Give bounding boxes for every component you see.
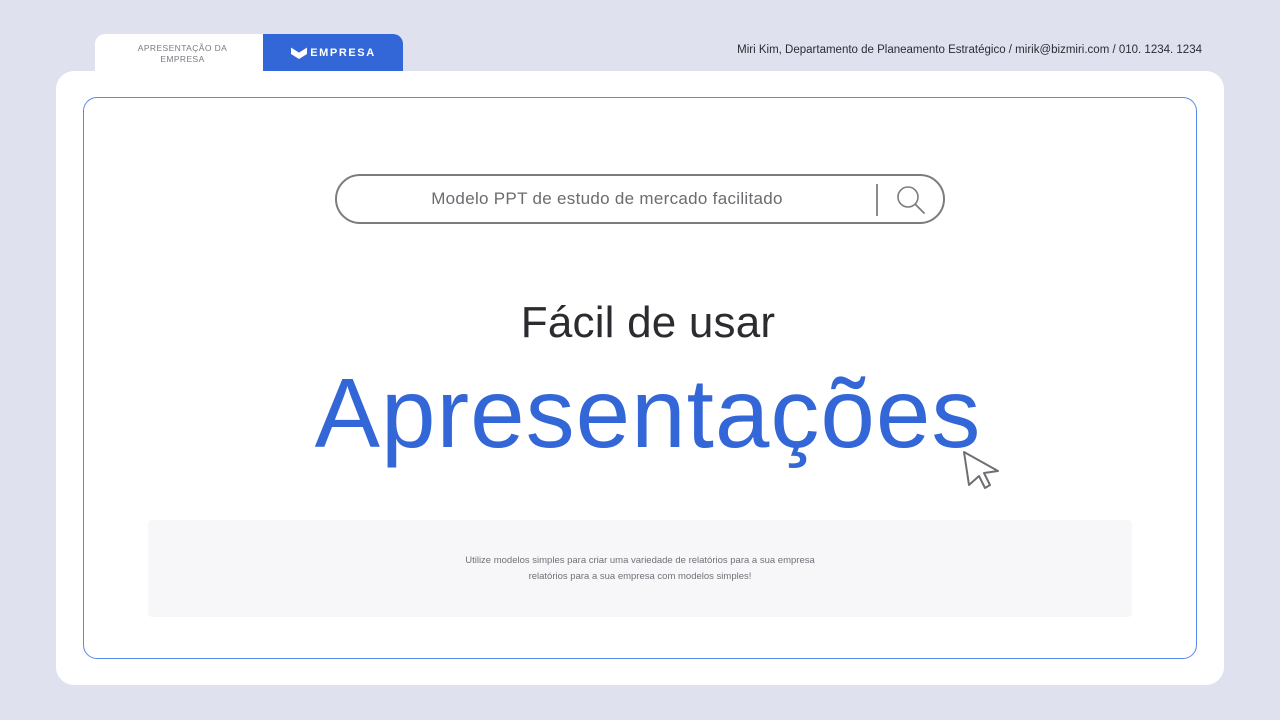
description-line1: Utilize modelos simples para criar uma v… bbox=[465, 555, 815, 566]
contact-info: Miri Kim, Departamento de Planeamento Es… bbox=[737, 44, 1202, 56]
tab-label-line1: APRESENTAÇÃO DA bbox=[137, 43, 228, 53]
tab-company-presentation[interactable]: APRESENTAÇÃO DA EMPRESA bbox=[95, 34, 270, 74]
hero-subtitle: Fácil de usar bbox=[520, 298, 776, 347]
hero-title: Apresentações bbox=[314, 358, 982, 468]
slide: APRESENTAÇÃO DA EMPRESA EMPRESA Miri Kim… bbox=[0, 0, 1280, 720]
brand-label: EMPRESA bbox=[310, 47, 376, 59]
brand-logo-icon bbox=[290, 46, 308, 59]
search-bar[interactable]: Modelo PPT de estudo de mercado facilita… bbox=[335, 174, 945, 224]
tab-brand[interactable]: EMPRESA bbox=[263, 34, 403, 72]
mouse-cursor-icon bbox=[963, 451, 999, 489]
description-line2: relatórios para a sua empresa com modelo… bbox=[528, 570, 752, 582]
search-divider bbox=[876, 184, 878, 216]
search-icon[interactable] bbox=[894, 184, 928, 216]
tab-label-line2: EMPRESA bbox=[160, 54, 205, 64]
search-input[interactable]: Modelo PPT de estudo de mercado facilita… bbox=[337, 176, 877, 222]
description-box: Utilize modelos simples para criar uma v… bbox=[148, 520, 1132, 617]
